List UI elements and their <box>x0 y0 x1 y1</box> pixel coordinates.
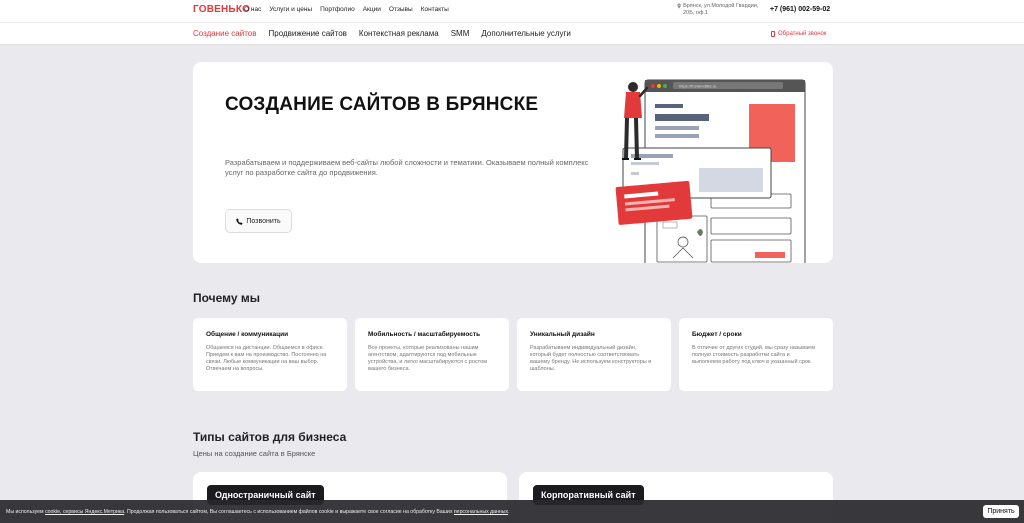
why-card-title: Уникальный дизайн <box>530 331 595 338</box>
nav-promotions[interactable]: Акции <box>363 6 381 13</box>
subnav-smm[interactable]: SMM <box>451 29 470 38</box>
subnav-web-development[interactable]: Создание сайтов <box>193 29 257 38</box>
illustration-url: https://frontendlike.ru <box>679 84 716 89</box>
subnav-additional-services[interactable]: Дополнительные услуги <box>481 29 571 38</box>
location-pin-icon <box>677 3 681 9</box>
types-subtitle: Цены на создание сайта в Брянске <box>193 449 316 458</box>
phone-icon <box>236 217 244 225</box>
cookie-banner: Мы используем cookie, сервисы Яндекс.Мет… <box>0 500 1024 523</box>
subnav-context-ads[interactable]: Контекстная реклама <box>359 29 439 38</box>
nav-contacts[interactable]: Контакты <box>421 6 449 13</box>
call-button-label: Позвонить <box>246 217 281 225</box>
top-bar: ГОВЕНЬКО О нас Услуги и цены Портфолио А… <box>0 0 1024 22</box>
why-card-text: В отличие от других студий, мы сразу наз… <box>692 345 816 365</box>
why-card-title: Бюджет / сроки <box>692 331 742 338</box>
page-title: СОЗДАНИЕ САЙТОВ В БРЯНСКЕ <box>225 94 539 115</box>
why-title: Почему мы <box>193 291 260 305</box>
nav-about[interactable]: О нас <box>244 6 261 13</box>
cookie-prefix: Мы используем <box>6 509 44 515</box>
hero-section: СОЗДАНИЕ САЙТОВ В БРЯНСКЕ Разрабатываем … <box>193 62 833 263</box>
why-card-title: Мобильность / масштабируемость <box>368 331 481 338</box>
why-card-text: Общаемся на дистанции. Общаемся в офисе.… <box>206 345 327 372</box>
callback-link[interactable]: Обратный звонок <box>771 31 827 37</box>
nav-portfolio[interactable]: Портфолио <box>320 6 355 13</box>
subnav-seo[interactable]: Продвижение сайтов <box>269 29 347 38</box>
why-card-title: Общение / коммуникации <box>206 331 289 338</box>
why-card-mobility: Мобильность / масштабируемость Все проек… <box>355 318 509 391</box>
types-title: Типы сайтов для бизнеса <box>193 430 347 444</box>
why-card-budget: Бюджет / сроки В отличие от других студи… <box>679 318 833 391</box>
hero-description: Разрабатываем и поддерживаем веб-сайты л… <box>225 158 589 177</box>
address: Брянск, ул.Молодой Гвардии, 20Б, оф.1 <box>677 3 767 17</box>
site-logo[interactable]: ГОВЕНЬКО <box>193 4 250 15</box>
personal-data-link[interactable]: персональных данных <box>454 509 508 515</box>
address-text: Брянск, ул.Молодой Гвардии, 20Б, оф.1 <box>683 3 759 16</box>
nav-services[interactable]: Услуги и цены <box>269 6 312 13</box>
why-card-design: Уникальный дизайн Разрабатываем индивиду… <box>517 318 671 391</box>
why-card-text: Все проекты, которые реализованы нашим а… <box>368 345 487 372</box>
hero-illustration: https://frontendlike.ru <box>615 79 806 263</box>
why-card-communication: Общение / коммуникации Общаемся на диста… <box>193 318 347 391</box>
cookie-middle: . Продолжая пользоваться сайтом, Вы согл… <box>124 509 453 515</box>
top-nav: О нас Услуги и цены Портфолио Акции Отзы… <box>244 6 449 13</box>
services-nav: Создание сайтов Продвижение сайтов Конте… <box>0 22 1024 45</box>
callback-label: Обратный звонок <box>778 31 827 37</box>
phone-icon <box>771 31 775 37</box>
cookie-metrika-link[interactable]: cookie, сервисы Яндекс.Метрика <box>45 509 124 515</box>
header-phone[interactable]: +7 (961) 002-59-02 <box>770 6 830 13</box>
call-button[interactable]: Позвонить <box>225 209 292 233</box>
cookie-suffix: . <box>508 509 510 515</box>
nav-reviews[interactable]: Отзывы <box>389 6 413 13</box>
cookie-text: Мы используем cookie, сервисы Яндекс.Мет… <box>6 509 510 515</box>
why-card-text: Разрабатываем индивидуальный дизайн, кот… <box>530 345 652 372</box>
cookie-accept-button[interactable]: Принять <box>983 505 1019 518</box>
